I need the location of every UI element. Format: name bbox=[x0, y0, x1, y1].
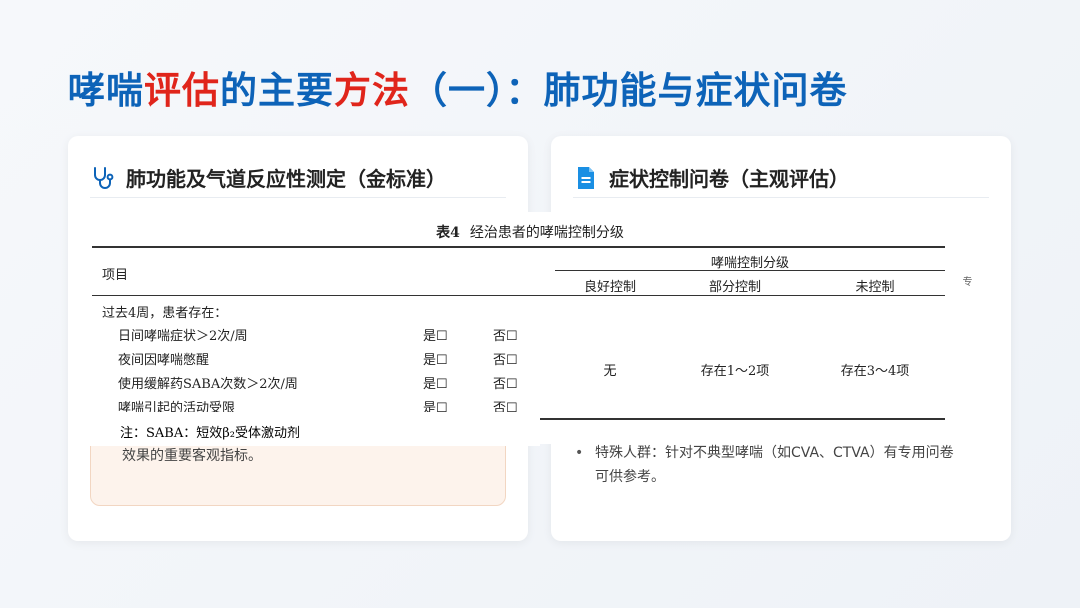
header-rule bbox=[92, 295, 945, 296]
card-title: 肺功能及气道反应性测定（金标准） bbox=[126, 167, 446, 191]
level-header: 部分控制 bbox=[708, 280, 761, 295]
table-footnote: 注：SABA：短效β₂受体激动剂 bbox=[120, 426, 300, 441]
no-checkbox: 否☐ bbox=[493, 353, 518, 368]
title-part: 的主要 bbox=[220, 69, 334, 112]
section-label: 过去4周，患者存在： bbox=[102, 306, 228, 321]
bullet-dot: • bbox=[575, 445, 584, 461]
no-checkbox: 否☐ bbox=[493, 377, 518, 392]
bullet-line: 可供参考。 bbox=[595, 469, 665, 485]
title-highlight: 评估 bbox=[144, 69, 220, 112]
level-value: 存在1～2项 bbox=[700, 364, 770, 379]
card-header: 肺功能及气道反应性测定（金标准） bbox=[90, 158, 506, 198]
card-header: 症状控制问卷（主观评估） bbox=[573, 158, 989, 198]
document-icon bbox=[573, 165, 599, 191]
title-highlight: 方法 bbox=[334, 69, 410, 112]
row-label: 使用缓解药SABA次数＞2次/周 bbox=[118, 377, 298, 392]
level-header: 良好控制 bbox=[583, 280, 636, 295]
note-text: 效果的重要客观指标。 bbox=[122, 448, 262, 464]
edge-glyph: 专 bbox=[960, 276, 971, 286]
level-value: 无 bbox=[603, 364, 617, 379]
row-label: 日间哮喘症状＞2次/周 bbox=[118, 329, 248, 344]
table-caption: 表4 经治患者的哮喘控制分级 bbox=[90, 222, 970, 242]
page-title: 哮喘评估的主要方法（一）：肺功能与症状问卷 bbox=[68, 66, 848, 116]
bullet-line: 特殊人群：针对不典型哮喘（如CVA、CTVA）有专用问卷 bbox=[595, 445, 954, 461]
level-header: 未控制 bbox=[855, 280, 895, 295]
group-rule bbox=[555, 270, 945, 271]
top-rule bbox=[92, 246, 945, 248]
yes-checkbox: 是☐ bbox=[423, 353, 448, 368]
yes-checkbox: 是☐ bbox=[423, 329, 448, 344]
table-footnote-strip: 注：SABA：短效β₂受体激动剂 bbox=[90, 412, 540, 446]
asthma-control-table: 表4 经治患者的哮喘控制分级 项目 哮喘控制分级 良好控制 部分控制 未控制 过去… bbox=[90, 212, 971, 444]
title-part: （一）：肺功能与症状问卷 bbox=[410, 69, 848, 112]
stethoscope-icon bbox=[90, 165, 116, 191]
col-header-item: 项目 bbox=[102, 268, 129, 283]
title-part: 哮喘 bbox=[68, 69, 144, 112]
no-checkbox: 否☐ bbox=[493, 329, 518, 344]
table-title: 经治患者的哮喘控制分级 bbox=[469, 225, 624, 241]
bullet-item: • 特殊人群：针对不典型哮喘（如CVA、CTVA）有专用问卷 可供参考。 bbox=[573, 441, 993, 489]
row-label: 夜间因哮喘憋醒 bbox=[118, 353, 210, 368]
table-number: 表4 bbox=[436, 225, 460, 241]
group-header: 哮喘控制分级 bbox=[710, 256, 789, 271]
yes-checkbox: 是☐ bbox=[423, 377, 448, 392]
level-value: 存在3～4项 bbox=[840, 364, 910, 379]
card-title: 症状控制问卷（主观评估） bbox=[609, 167, 849, 191]
